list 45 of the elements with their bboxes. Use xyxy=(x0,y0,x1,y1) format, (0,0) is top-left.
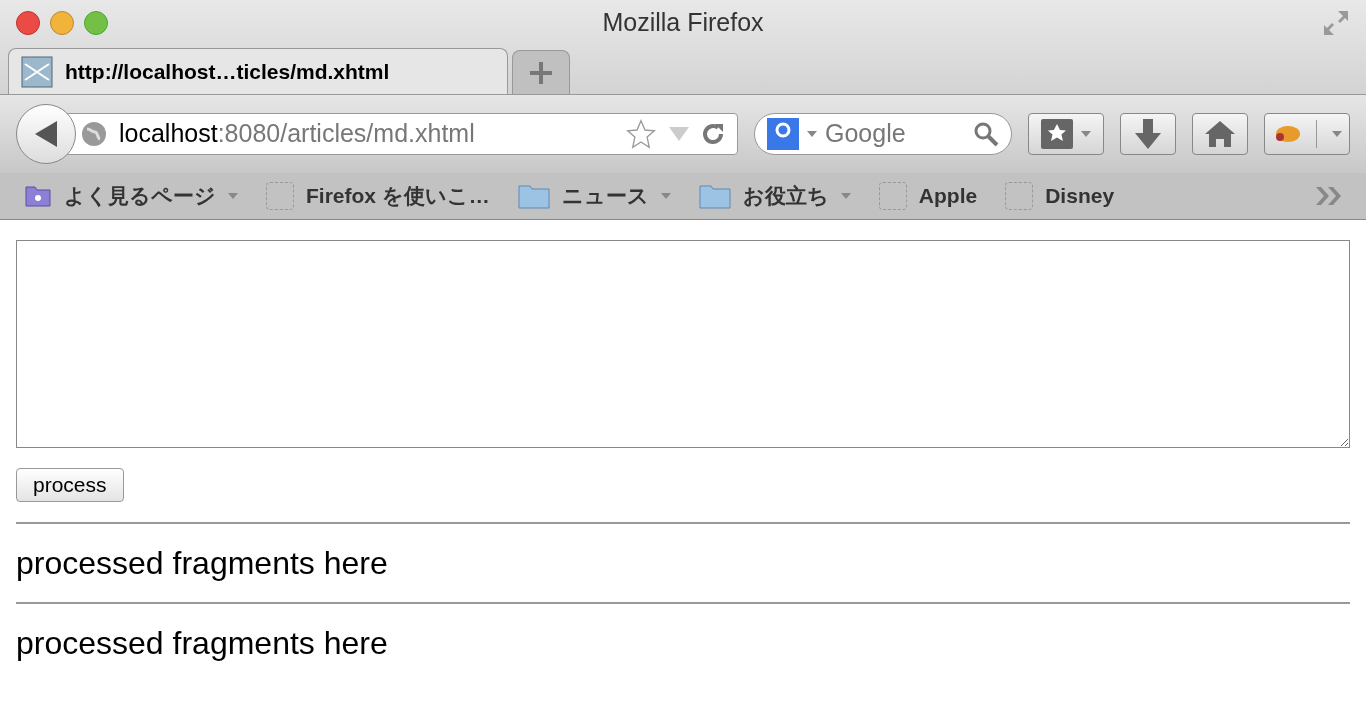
page-icon xyxy=(878,182,907,210)
plus-icon xyxy=(530,61,552,84)
bookmark-item[interactable]: お役立ち xyxy=(698,180,851,212)
bookmark-item[interactable]: よく見るページ xyxy=(24,180,238,212)
folder-icon xyxy=(698,183,731,209)
minimize-button[interactable] xyxy=(50,10,74,35)
folder-icon xyxy=(24,184,52,208)
downloads-button[interactable] xyxy=(1120,113,1176,155)
chevron-icon[interactable] xyxy=(1316,187,1342,205)
fullscreen-icon[interactable] xyxy=(1322,8,1350,37)
process-button[interactable]: process xyxy=(16,468,124,502)
back-button[interactable] xyxy=(16,104,76,164)
close-button[interactable] xyxy=(16,10,40,35)
caret-icon xyxy=(840,193,851,199)
bookmark-item[interactable]: Disney xyxy=(1005,180,1115,212)
new-tab-button[interactable] xyxy=(512,50,570,94)
bookmark-item[interactable]: Apple xyxy=(878,180,978,212)
fragment-text: processed fragments here xyxy=(16,544,389,583)
download-arrow-icon xyxy=(1135,119,1161,149)
page-icon xyxy=(1005,182,1034,210)
zoom-button[interactable] xyxy=(84,10,108,35)
caret-icon xyxy=(1081,131,1091,137)
search-icon[interactable] xyxy=(973,121,999,147)
caret-icon xyxy=(660,193,671,199)
reload-icon[interactable] xyxy=(701,122,725,146)
star-icon[interactable] xyxy=(625,118,657,150)
home-icon xyxy=(1205,121,1235,147)
folder-icon xyxy=(517,183,550,209)
bookmark-item[interactable]: ニュース xyxy=(517,180,671,212)
extension-button[interactable] xyxy=(1264,113,1350,155)
search-engine-icon[interactable] xyxy=(767,118,799,150)
caret-icon xyxy=(807,131,817,137)
page-icon xyxy=(21,55,53,88)
page-icon xyxy=(266,182,294,210)
window-title: Mozilla Firefox xyxy=(602,6,764,38)
bookmark-item[interactable]: Firefox を使いこ… xyxy=(266,180,490,212)
browser-tab[interactable]: http://localhost…ticles/md.xhtml xyxy=(8,48,508,94)
bookmarks-button[interactable] xyxy=(1028,113,1104,155)
fragment-text: processed fragments here xyxy=(16,624,389,663)
search-field[interactable]: Google xyxy=(825,115,965,153)
caret-icon xyxy=(1331,131,1342,137)
search-bar[interactable]: Google xyxy=(754,113,1012,155)
home-button[interactable] xyxy=(1192,113,1248,155)
caret-icon xyxy=(228,193,238,199)
back-arrow-icon xyxy=(35,121,57,147)
